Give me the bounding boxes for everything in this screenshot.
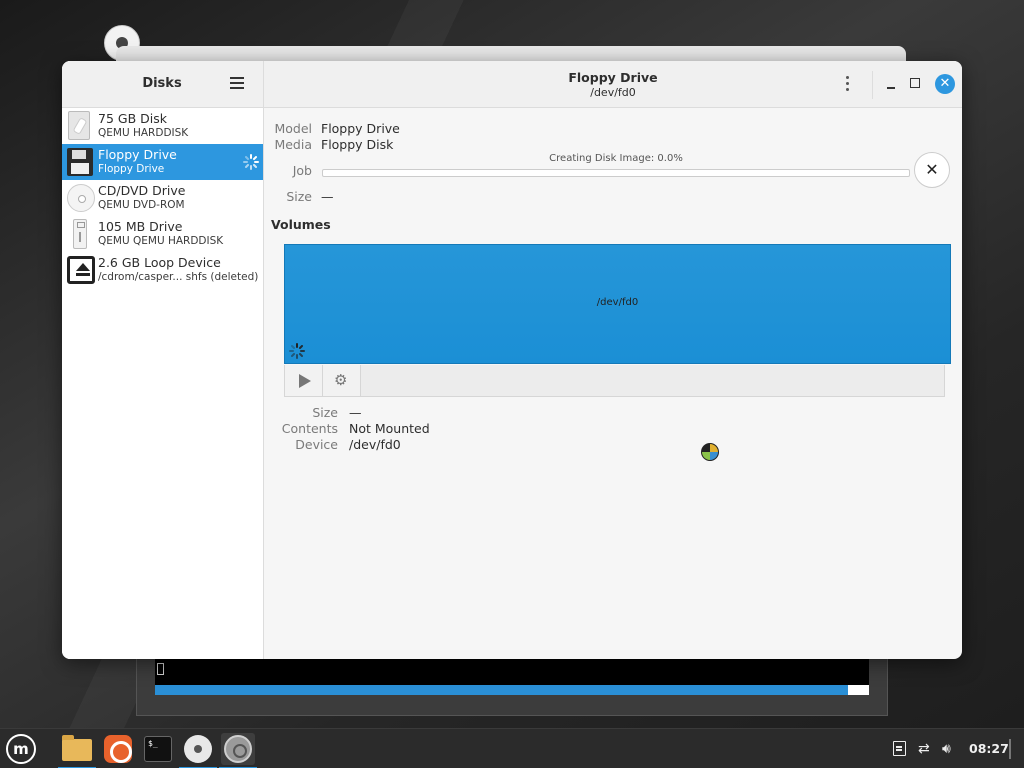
harddisk-icon [66, 110, 94, 142]
background-terminal-window[interactable] [136, 650, 888, 716]
volume-icon[interactable]: 🔊︎ [942, 741, 951, 757]
gear-icon: ⚙ [334, 371, 348, 389]
play-icon [299, 374, 311, 388]
disk-name: 105 MB Drive [98, 219, 183, 234]
mount-button[interactable] [285, 365, 323, 396]
files-launcher[interactable] [58, 733, 96, 768]
disk-subtitle: QEMU QEMU HARDDISK [98, 235, 224, 247]
disk-name: 2.6 GB Loop Device [98, 255, 221, 270]
terminal-progress-fill [155, 685, 848, 695]
optical-disc-icon [66, 182, 95, 214]
volume-partition-block[interactable]: /dev/fd0 [284, 244, 951, 364]
disk-name: Floppy Drive [98, 147, 177, 162]
taskbar: m $_ ⇄ 🔊︎ 08:27 [0, 728, 1024, 768]
job-progress-bar [322, 169, 910, 177]
terminal-icon: $_ [144, 736, 172, 762]
minimize-button[interactable] [884, 75, 898, 93]
media-label: Media [274, 137, 312, 152]
model-value: Floppy Drive [321, 121, 400, 136]
eject-icon [66, 254, 95, 286]
files-icon [62, 735, 92, 761]
volume-toolbar: ⚙ [284, 365, 945, 397]
window-title: Floppy Drive [568, 70, 658, 85]
close-button[interactable]: ✕ [935, 74, 955, 94]
disk-subtitle: /cdrom/casper... shfs (deleted) [98, 271, 259, 283]
disks-icon [224, 735, 252, 763]
menu-icon[interactable]: m [6, 734, 36, 764]
disks-window: Disks 75 GB Disk QEMU HARDDISK Floppy Dr… [62, 61, 962, 659]
network-icon[interactable]: ⇄ [918, 741, 930, 757]
disk-subtitle: QEMU DVD-ROM [98, 199, 185, 211]
removable-media-icon[interactable] [893, 741, 906, 756]
volume-spinner-icon [289, 343, 305, 359]
disks-launcher[interactable] [219, 733, 257, 768]
header-divider [872, 71, 873, 99]
model-label: Model [274, 121, 312, 136]
volume-label: /dev/fd0 [596, 297, 639, 308]
firefox-launcher[interactable] [101, 733, 135, 765]
sidebar-header: Disks [62, 61, 263, 108]
disk-item-105mb[interactable]: 105 MB Drive QEMU QEMU HARDDISK [62, 216, 263, 252]
volume-options-button[interactable]: ⚙ [323, 365, 361, 396]
disk-name: 75 GB Disk [98, 111, 167, 126]
disk-name: CD/DVD Drive [98, 183, 186, 198]
volume-size-label: Size [312, 405, 338, 420]
volume-contents-label: Contents [281, 421, 338, 436]
busy-cursor-icon [701, 443, 719, 461]
firefox-icon [104, 735, 132, 763]
job-caption: Creating Disk Image: 0.0% [549, 153, 683, 164]
disk-subtitle: QEMU HARDDISK [98, 127, 189, 139]
volumes-heading: Volumes [271, 217, 331, 232]
volume-device-label: Device [295, 437, 338, 452]
drive-options-icon[interactable] [844, 76, 850, 94]
cancel-job-button[interactable]: ✕ [914, 152, 950, 188]
terminal-launcher[interactable]: $_ [141, 733, 175, 765]
volume-contents-value: Not Mounted [349, 421, 430, 436]
terminal-progress-bar [155, 685, 869, 695]
volume-size-value: — [349, 405, 362, 420]
maximize-button[interactable] [910, 78, 920, 88]
main-panel: Floppy Drive /dev/fd0 ✕ Model Floppy Dri… [264, 61, 962, 659]
job-label: Job [292, 163, 312, 178]
disk-subtitle: Floppy Drive [98, 163, 165, 175]
disc-icon [184, 735, 212, 763]
size-value: — [321, 189, 334, 204]
window-subtitle: /dev/fd0 [590, 86, 636, 99]
floppy-icon [66, 146, 94, 178]
usb-drive-icon [66, 218, 94, 250]
size-label: Size [286, 189, 312, 204]
terminal-output [155, 659, 869, 685]
volume-device-value: /dev/fd0 [349, 437, 401, 452]
terminal-cursor [157, 663, 164, 675]
disc-app-launcher[interactable] [179, 733, 217, 768]
main-header: Floppy Drive /dev/fd0 ✕ [264, 61, 962, 108]
media-value: Floppy Disk [321, 137, 394, 152]
hamburger-menu-icon[interactable] [230, 77, 244, 89]
disk-item-loop[interactable]: 2.6 GB Loop Device /cdrom/casper... shfs… [62, 252, 263, 288]
show-desktop-button[interactable] [1009, 739, 1011, 759]
clock[interactable]: 08:27 [969, 741, 1009, 756]
